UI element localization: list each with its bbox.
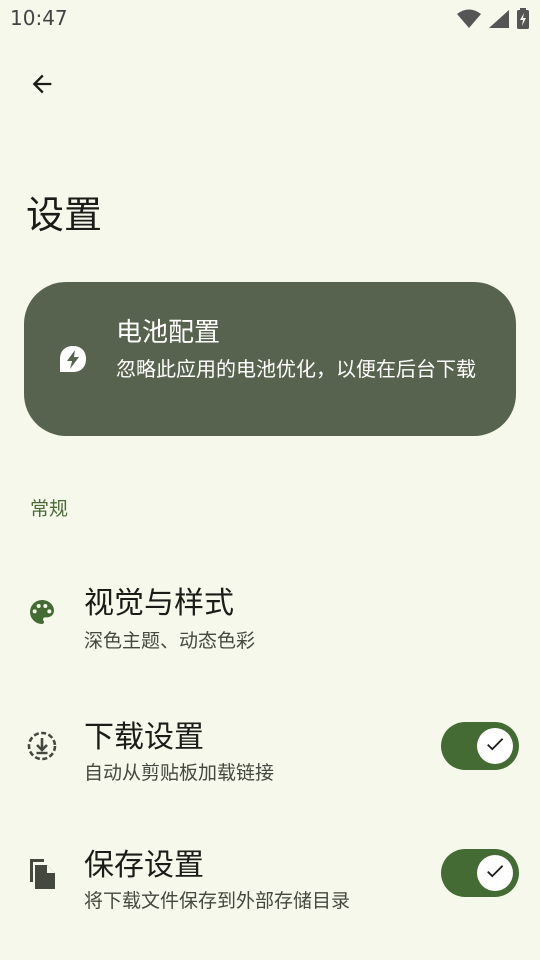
setting-item-save[interactable]: 保存设置 将下载文件保存到外部存储目录 <box>0 826 540 926</box>
setting-subtitle: 深色主题、动态色彩 <box>84 630 256 652</box>
status-icons <box>456 8 530 34</box>
battery-charging-icon <box>516 8 530 34</box>
back-button[interactable] <box>20 64 64 108</box>
toggle-thumb <box>477 728 513 764</box>
battery-card-title: 电池配置 <box>116 318 221 348</box>
toggle-thumb <box>477 855 513 891</box>
check-icon <box>484 733 506 759</box>
setting-item-download[interactable]: 下载设置 自动从剪贴板加载链接 <box>0 696 540 796</box>
setting-subtitle: 自动从剪贴板加载链接 <box>84 762 275 784</box>
check-icon <box>484 860 506 886</box>
battery-configuration-card[interactable]: 电池配置 忽略此应用的电池优化，以便在后台下载 <box>24 282 516 436</box>
setting-item-visual-style[interactable]: 视觉与样式 深色主题、动态色彩 <box>0 560 540 660</box>
section-header-general: 常规 <box>30 498 69 520</box>
save-settings-toggle[interactable] <box>441 849 519 897</box>
download-circle-icon <box>26 730 58 762</box>
palette-icon <box>26 596 58 628</box>
setting-title: 下载设置 <box>84 720 204 755</box>
page-title: 设置 <box>26 193 103 237</box>
file-copy-icon <box>26 856 58 889</box>
battery-saver-leaf-icon <box>58 344 88 374</box>
status-bar: 10:47 <box>0 0 540 36</box>
setting-title: 保存设置 <box>84 848 204 883</box>
download-settings-toggle[interactable] <box>441 722 519 770</box>
wifi-icon <box>456 9 482 33</box>
status-time: 10:47 <box>10 6 68 30</box>
setting-title: 视觉与样式 <box>84 586 234 621</box>
arrow-back-icon <box>28 70 56 102</box>
signal-icon <box>488 9 510 33</box>
setting-subtitle: 将下载文件保存到外部存储目录 <box>84 890 351 912</box>
battery-card-description: 忽略此应用的电池优化，以便在后台下载 <box>116 357 476 381</box>
